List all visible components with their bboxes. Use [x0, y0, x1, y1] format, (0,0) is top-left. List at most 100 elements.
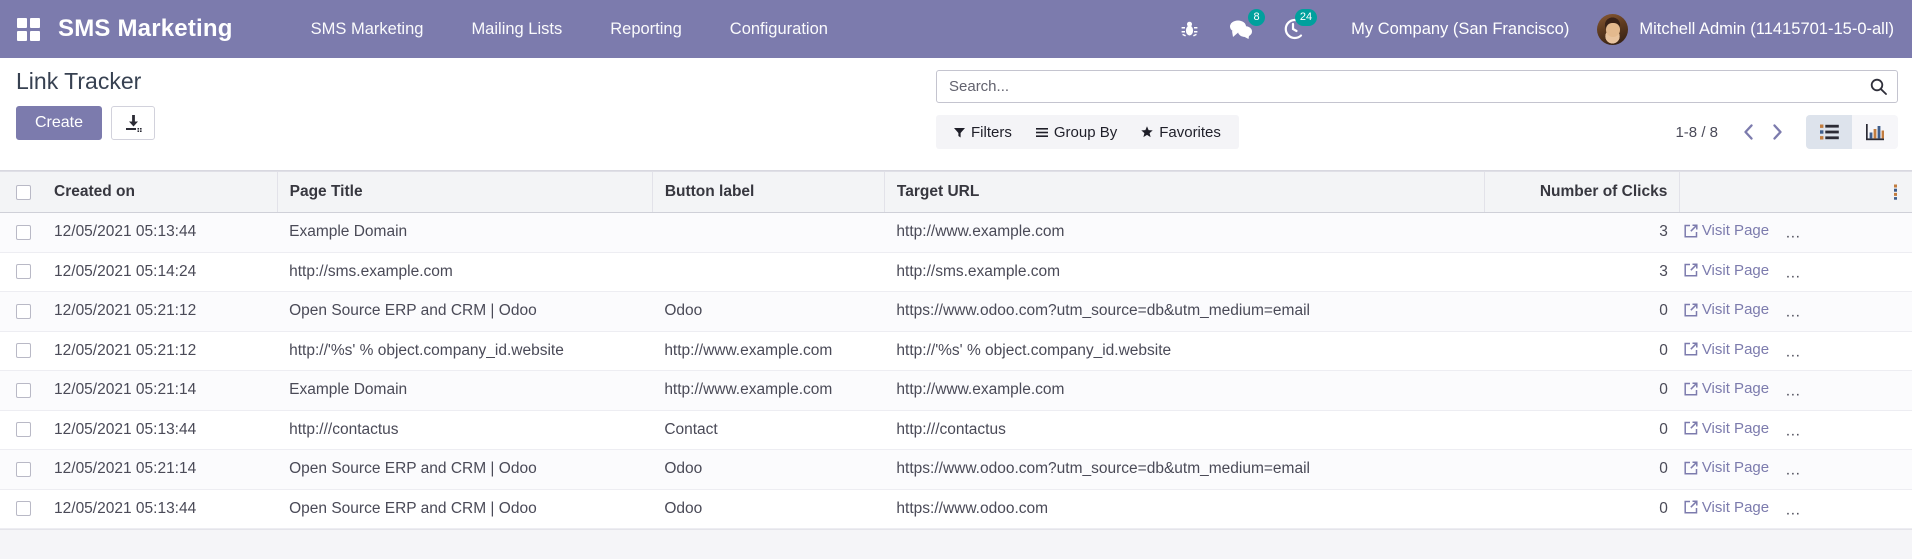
- column-header-number-of-clicks[interactable]: Number of Clicks: [1485, 172, 1680, 213]
- create-button[interactable]: Create: [16, 106, 102, 140]
- row-select-cell: [0, 410, 42, 450]
- pager-next-button[interactable]: [1763, 124, 1792, 140]
- visit-page-link[interactable]: Visit Page: [1684, 301, 1769, 318]
- company-switcher[interactable]: My Company (San Francisco): [1351, 20, 1569, 39]
- select-all-checkbox[interactable]: [16, 185, 31, 200]
- column-header-target-url[interactable]: Target URL: [884, 172, 1484, 213]
- visit-page-link[interactable]: Visit Page: [1684, 380, 1769, 397]
- visit-page-link[interactable]: Visit Page: [1684, 341, 1769, 358]
- table-row[interactable]: 12/05/2021 05:21:14Example Domainhttp://…: [0, 371, 1912, 411]
- external-link-icon: [1684, 303, 1698, 317]
- search-input[interactable]: [949, 78, 1870, 95]
- row-checkbox[interactable]: [16, 422, 31, 437]
- pager-previous-button[interactable]: [1734, 124, 1763, 140]
- visit-page-link[interactable]: Visit Page: [1684, 499, 1769, 516]
- visit-page-link[interactable]: Visit Page: [1684, 420, 1769, 437]
- search-icon[interactable]: [1870, 78, 1887, 95]
- external-link-icon: [1684, 224, 1698, 238]
- visit-page-link[interactable]: Visit Page: [1684, 262, 1769, 279]
- external-link-icon: [1684, 342, 1698, 356]
- cell-button-label: Odoo: [652, 292, 884, 332]
- table-row[interactable]: 12/05/2021 05:21:12Open Source ERP and C…: [0, 292, 1912, 332]
- external-link-icon: [1684, 500, 1698, 514]
- menu-item-configuration[interactable]: Configuration: [706, 20, 852, 39]
- external-link-icon: [1684, 500, 1698, 514]
- menu-item-reporting[interactable]: Reporting: [586, 20, 706, 39]
- cell-created-on: 12/05/2021 05:21:14: [42, 371, 277, 411]
- import-button[interactable]: [111, 106, 155, 140]
- search-facets: Filters Group By: [936, 115, 1239, 149]
- brand-title[interactable]: SMS Marketing: [56, 15, 239, 43]
- control-panel: Link Tracker Create: [0, 58, 1912, 171]
- cell-actions: Visit PageStatistics: [1680, 371, 1890, 411]
- graph-view-button[interactable]: [1852, 115, 1898, 149]
- column-header-button-label[interactable]: Button label: [652, 172, 884, 213]
- search-bar[interactable]: [936, 70, 1898, 103]
- column-header-actions: [1680, 172, 1890, 213]
- messages-icon[interactable]: 8: [1228, 16, 1254, 42]
- optional-columns-button[interactable]: [1890, 172, 1912, 213]
- table-row[interactable]: 12/05/2021 05:13:44Open Source ERP and C…: [0, 489, 1912, 529]
- cell-number-of-clicks: 0: [1485, 331, 1680, 371]
- row-select-cell: [0, 213, 42, 253]
- cell-button-label: Odoo: [652, 450, 884, 490]
- apps-menu-button[interactable]: [0, 0, 56, 58]
- pager-value[interactable]: 1-8 / 8: [1675, 124, 1718, 141]
- cell-optional: [1890, 371, 1912, 411]
- control-panel-right: Filters Group By: [936, 70, 1898, 150]
- cell-number-of-clicks: 0: [1485, 489, 1680, 529]
- messages-badge: 8: [1248, 9, 1265, 26]
- favorites-label: Favorites: [1159, 124, 1221, 141]
- statistics-label: Statistics: [1803, 460, 1863, 477]
- cell-target-url: http://sms.example.com: [884, 252, 1484, 292]
- row-checkbox[interactable]: [16, 264, 31, 279]
- external-link-icon: [1684, 461, 1698, 475]
- table-header-row: Created on Page Title Button label Targe…: [0, 172, 1912, 213]
- column-header-created-on[interactable]: Created on: [42, 172, 277, 213]
- row-checkbox[interactable]: [16, 304, 31, 319]
- cell-number-of-clicks: 0: [1485, 371, 1680, 411]
- menu-item-mailing-lists[interactable]: Mailing Lists: [447, 20, 586, 39]
- visit-page-link[interactable]: Visit Page: [1684, 222, 1769, 239]
- chevron-left-icon: [1743, 124, 1754, 140]
- cell-created-on: 12/05/2021 05:14:24: [42, 252, 277, 292]
- external-link-icon: [1684, 461, 1698, 475]
- page-title: Link Tracker: [16, 68, 155, 95]
- list-view-button[interactable]: [1806, 115, 1852, 149]
- cell-optional: [1890, 489, 1912, 529]
- cell-target-url: https://www.odoo.com: [884, 489, 1484, 529]
- row-checkbox[interactable]: [16, 501, 31, 516]
- row-select-cell: [0, 292, 42, 332]
- visit-page-link[interactable]: Visit Page: [1684, 459, 1769, 476]
- external-link-icon: [1684, 224, 1698, 238]
- group-by-button[interactable]: Group By: [1024, 124, 1129, 141]
- visit-page-label: Visit Page: [1702, 380, 1769, 397]
- cell-optional: [1890, 292, 1912, 332]
- activities-badge: 24: [1295, 9, 1317, 26]
- bug-icon[interactable]: [1176, 16, 1202, 42]
- table-row[interactable]: 12/05/2021 05:14:24 http://sms.example.co…: [0, 252, 1912, 292]
- cell-target-url: https://www.odoo.com?utm_source=db&utm_m…: [884, 292, 1484, 332]
- filters-button[interactable]: Filters: [942, 124, 1024, 141]
- user-menu[interactable]: Mitchell Admin (11415701-15-0-all): [1597, 14, 1894, 45]
- row-checkbox[interactable]: [16, 225, 31, 240]
- favorites-button[interactable]: Favorites: [1129, 124, 1233, 141]
- row-checkbox[interactable]: [16, 383, 31, 398]
- cell-button-label: [652, 213, 884, 253]
- filter-funnel-icon: [954, 127, 965, 138]
- table-head: Created on Page Title Button label Targe…: [0, 172, 1912, 213]
- table-row[interactable]: 12/05/2021 05:13:44Example Domainhttp://…: [0, 213, 1912, 253]
- table-row[interactable]: 12/05/2021 05:21:12http://'%s' % object.…: [0, 331, 1912, 371]
- column-header-page-title[interactable]: Page Title: [277, 172, 652, 213]
- menu-item-sms-marketing[interactable]: SMS Marketing: [287, 20, 448, 39]
- filters-label: Filters: [971, 124, 1012, 141]
- row-checkbox[interactable]: [16, 343, 31, 358]
- activities-clock-icon[interactable]: 24: [1280, 16, 1306, 42]
- cell-target-url: https://www.odoo.com?utm_source=db&utm_m…: [884, 450, 1484, 490]
- row-checkbox[interactable]: [16, 462, 31, 477]
- table-row[interactable]: 12/05/2021 05:13:44http:///contactusCont…: [0, 410, 1912, 450]
- cell-created-on: 12/05/2021 05:13:44: [42, 213, 277, 253]
- cell-actions: Visit PageStatistics: [1680, 292, 1890, 332]
- cell-page-title: Example Domain: [277, 213, 652, 253]
- table-row[interactable]: 12/05/2021 05:21:14Open Source ERP and C…: [0, 450, 1912, 490]
